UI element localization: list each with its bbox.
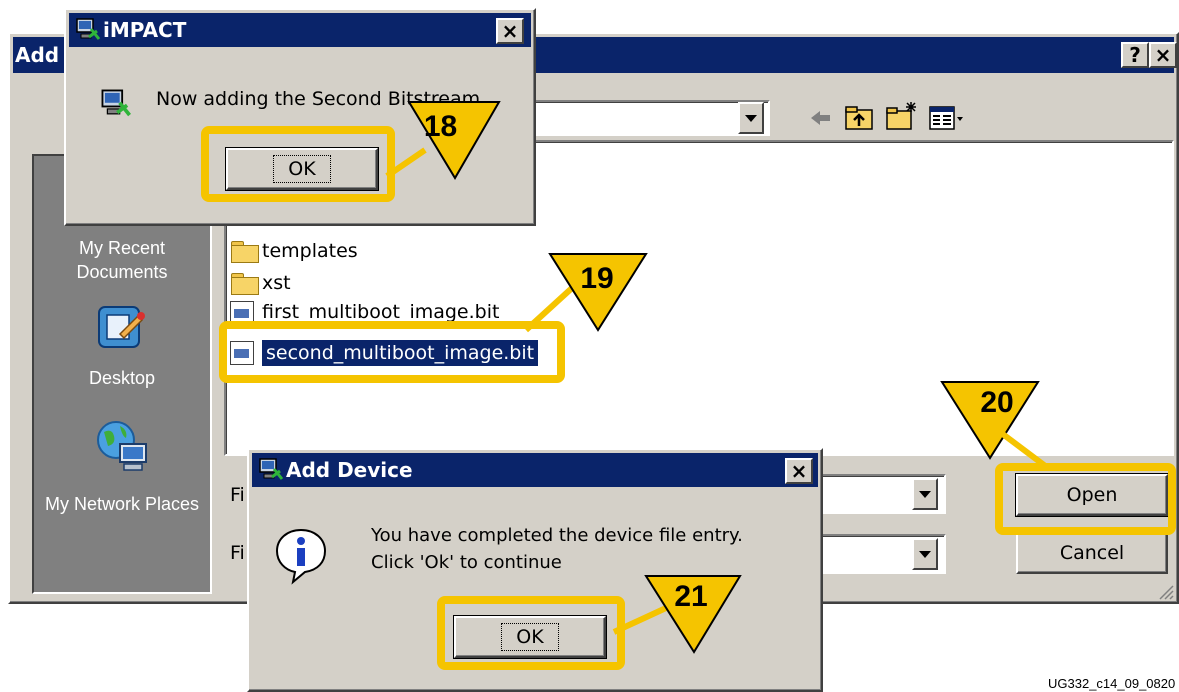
file-name: templates — [262, 240, 358, 262]
add-device-dialog-titlebar: Add Device — [252, 453, 818, 487]
add-device-close-button[interactable]: × — [785, 458, 813, 484]
highlight-open-button — [995, 463, 1176, 535]
back-arrow-icon[interactable] — [808, 106, 834, 130]
help-button[interactable]: ? — [1121, 42, 1149, 68]
place-recent-documents[interactable]: My Recent Documents — [34, 236, 210, 284]
file-name-dropdown-button[interactable] — [912, 478, 938, 510]
callout-19: 19 — [580, 262, 614, 295]
impact-close-button[interactable]: × — [496, 18, 524, 44]
chevron-down-icon — [745, 114, 757, 122]
chevron-down-icon — [919, 490, 931, 498]
callout-20: 20 — [980, 386, 1014, 419]
add-device-message-line2: Click 'Ok' to continue — [371, 552, 562, 573]
look-in-combo[interactable] — [520, 100, 770, 136]
impact-app-icon — [76, 18, 101, 40]
resize-grip-icon[interactable] — [1156, 582, 1174, 600]
cancel-button-label: Cancel — [1059, 542, 1125, 564]
list-item[interactable]: templates — [230, 236, 358, 266]
view-menu-icon[interactable] — [928, 104, 966, 132]
place-desktop-label: Desktop — [88, 368, 156, 388]
place-desktop[interactable]: Desktop — [34, 366, 210, 390]
impact-message-icon — [101, 89, 131, 117]
highlight-add-device-ok — [437, 596, 625, 670]
folder-icon — [230, 240, 260, 263]
folder-icon — [230, 272, 260, 295]
file-name-label: Fi — [230, 484, 245, 506]
network-places-icon — [97, 421, 147, 471]
impact-dialog-title: iMPACT — [103, 18, 187, 42]
add-file-dialog-title: Add — [15, 43, 60, 67]
add-device-dialog-title: Add Device — [286, 458, 413, 482]
list-item[interactable]: xst — [230, 268, 291, 298]
file-name: first_multiboot_image.bit — [262, 301, 500, 323]
cancel-button[interactable]: Cancel — [1016, 532, 1168, 574]
file-type-dropdown-button[interactable] — [912, 538, 938, 570]
desktop-icon — [98, 306, 145, 348]
file-name: xst — [262, 272, 291, 294]
up-folder-icon[interactable] — [844, 104, 874, 132]
chevron-down-icon — [919, 550, 931, 558]
impact-dialog-titlebar: iMPACT — [69, 13, 531, 47]
callout-18: 18 — [423, 110, 458, 143]
close-button[interactable]: × — [1149, 42, 1177, 68]
figure-id: UG332_c14_09_0820 — [1048, 676, 1176, 691]
file-type-label: Fi — [230, 542, 245, 564]
info-icon — [275, 528, 327, 585]
highlight-impact-ok — [201, 126, 395, 202]
list-item[interactable]: first_multiboot_image.bit — [230, 301, 499, 323]
add-device-message-line1: You have completed the device file entry… — [371, 525, 743, 546]
highlight-selected-file — [219, 321, 565, 383]
add-device-app-icon — [259, 458, 284, 480]
place-recent-documents-label: My Recent Documents — [76, 238, 168, 282]
look-in-dropdown-button[interactable] — [738, 102, 764, 134]
new-folder-icon[interactable] — [885, 100, 919, 132]
place-network-places[interactable]: My Network Places — [34, 492, 210, 516]
bitstream-file-icon — [230, 301, 254, 323]
callout-21: 21 — [674, 580, 708, 613]
place-network-places-label: My Network Places — [44, 494, 200, 514]
